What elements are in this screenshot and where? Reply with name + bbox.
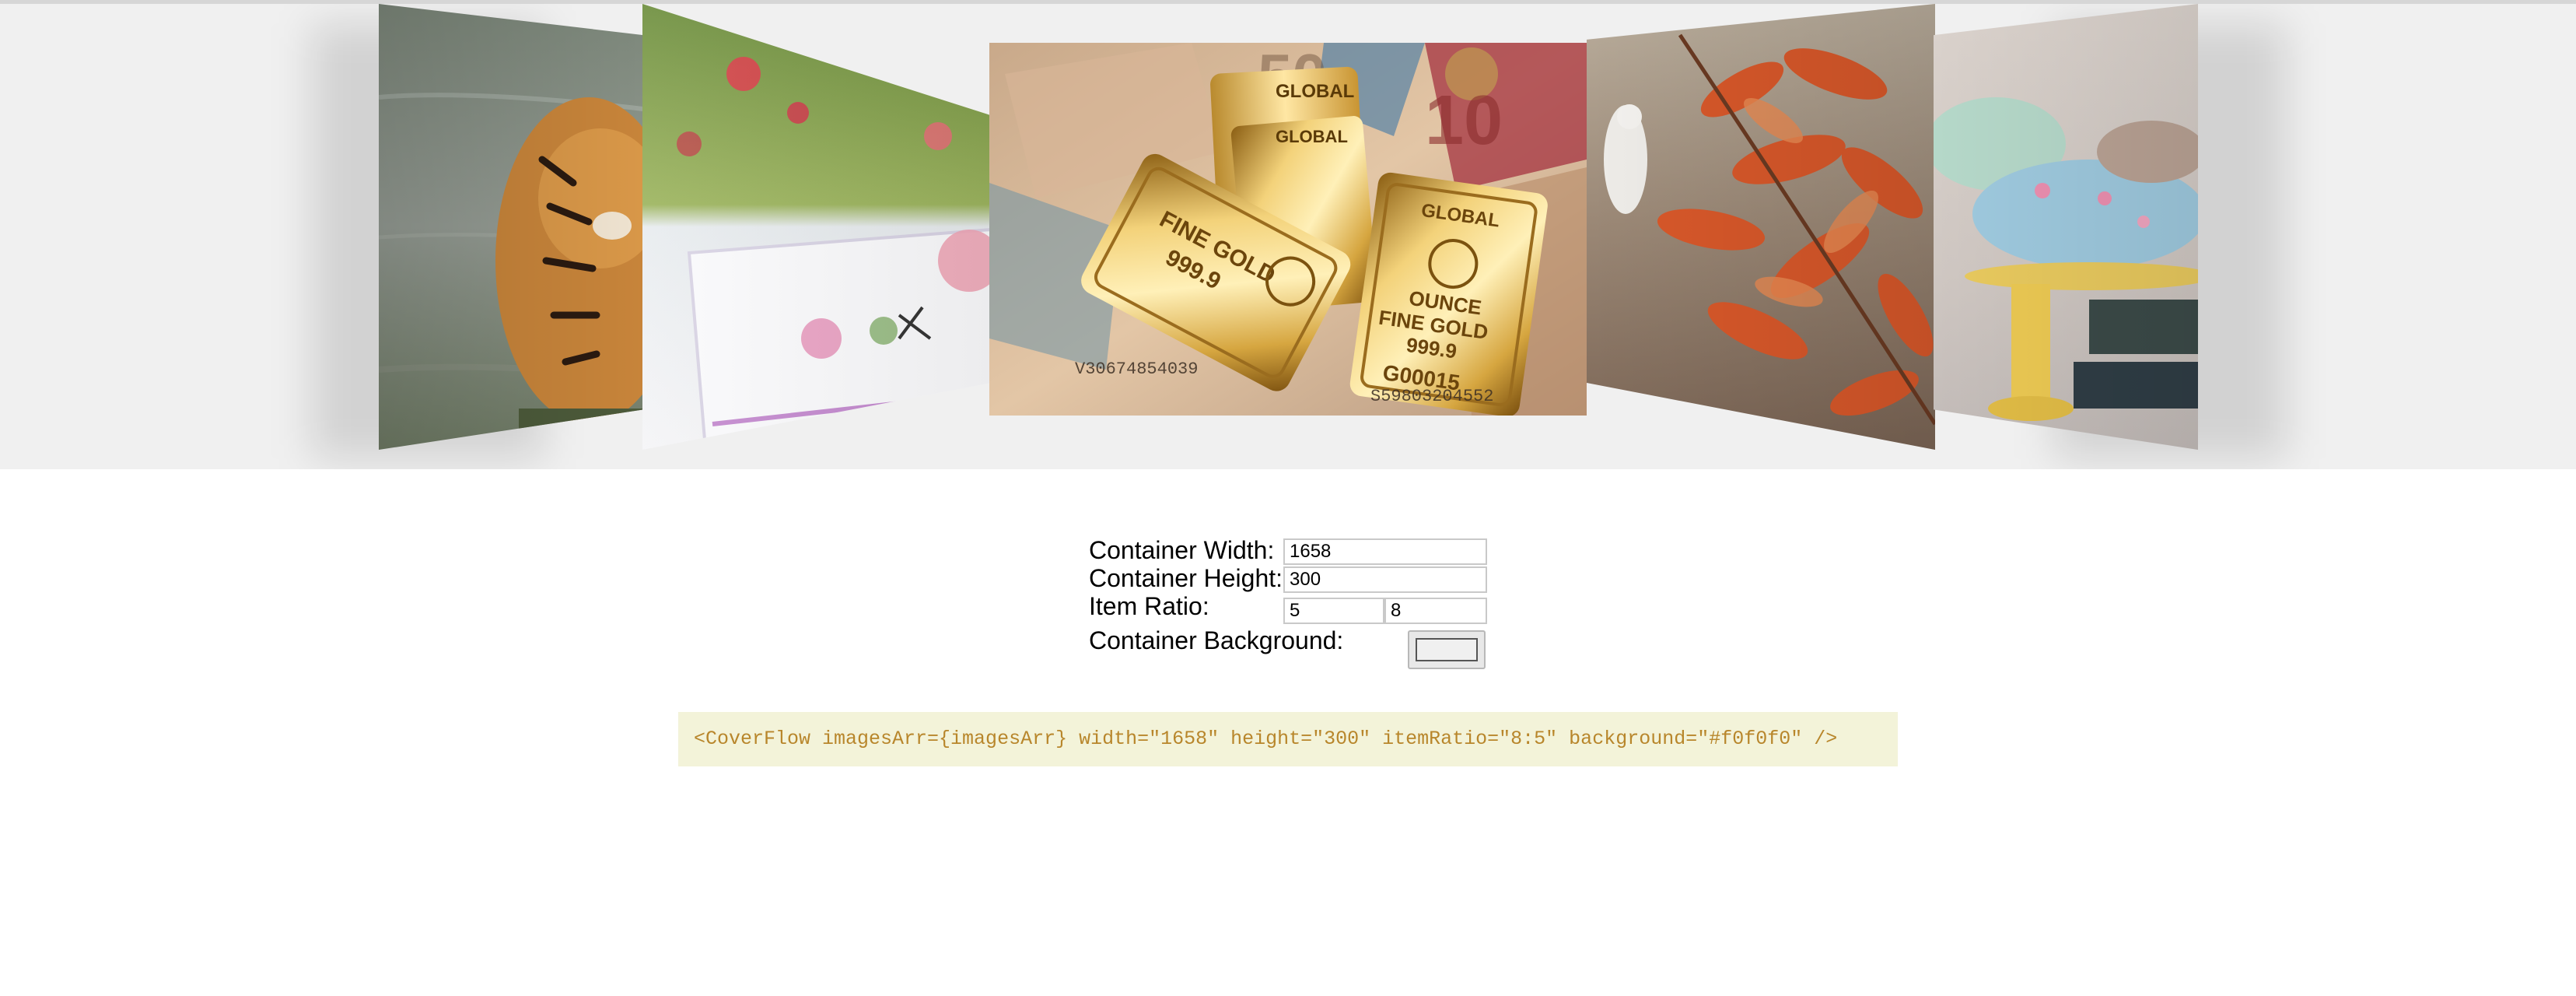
width-row: Container Width:	[1089, 537, 1493, 565]
coverflow-item-leaves[interactable]	[1587, 4, 1935, 450]
code-snippet: <CoverFlow imagesArr={imagesArr} width="…	[678, 712, 1898, 766]
container-height-input[interactable]	[1283, 566, 1487, 593]
cupcakes-image	[1934, 4, 2198, 450]
container-width-input[interactable]	[1283, 538, 1487, 565]
background-row: Container Background:	[1089, 626, 1493, 669]
ratio-row: Item Ratio:	[1089, 593, 1493, 626]
color-swatch	[1416, 638, 1478, 661]
item-ratio-label: Item Ratio:	[1089, 592, 1209, 620]
background-color-picker[interactable]	[1408, 630, 1486, 669]
svg-text:10: 10	[1425, 82, 1503, 160]
banknote-serial-2: S59803204552	[1370, 387, 1493, 406]
coverflow-item-cupcakes[interactable]	[1934, 4, 2198, 450]
napkin-flowers-image	[642, 4, 991, 450]
settings-form: Container Width: Container Height: Item …	[1089, 537, 1493, 669]
autumn-leaves-image	[1587, 4, 1935, 450]
gold-bars-image: 10 50 GLOBAL GLOBAL FINE GOLD 999.9 GLOB…	[989, 43, 1587, 416]
container-height-label: Container Height:	[1089, 564, 1283, 592]
tiger-image	[379, 4, 643, 450]
coverflow-item-napkin[interactable]	[642, 4, 991, 450]
gold-brand-text: GLOBAL	[1276, 81, 1354, 102]
height-row: Container Height:	[1089, 565, 1493, 593]
coverflow-item-gold-bars[interactable]: 10 50 GLOBAL GLOBAL FINE GOLD 999.9 GLOB…	[989, 43, 1587, 416]
coverflow-item-tiger[interactable]	[379, 4, 643, 450]
item-ratio-input-b[interactable]	[1384, 598, 1487, 624]
item-ratio-input-a[interactable]	[1283, 598, 1384, 624]
banknote-serial-1: V30674854039	[1075, 359, 1198, 379]
container-background-label: Container Background:	[1089, 626, 1344, 654]
coverflow-container[interactable]: 10 50 GLOBAL GLOBAL FINE GOLD 999.9 GLOB…	[0, 4, 2576, 469]
container-width-label: Container Width:	[1089, 536, 1275, 564]
svg-text:GLOBAL: GLOBAL	[1276, 127, 1348, 146]
